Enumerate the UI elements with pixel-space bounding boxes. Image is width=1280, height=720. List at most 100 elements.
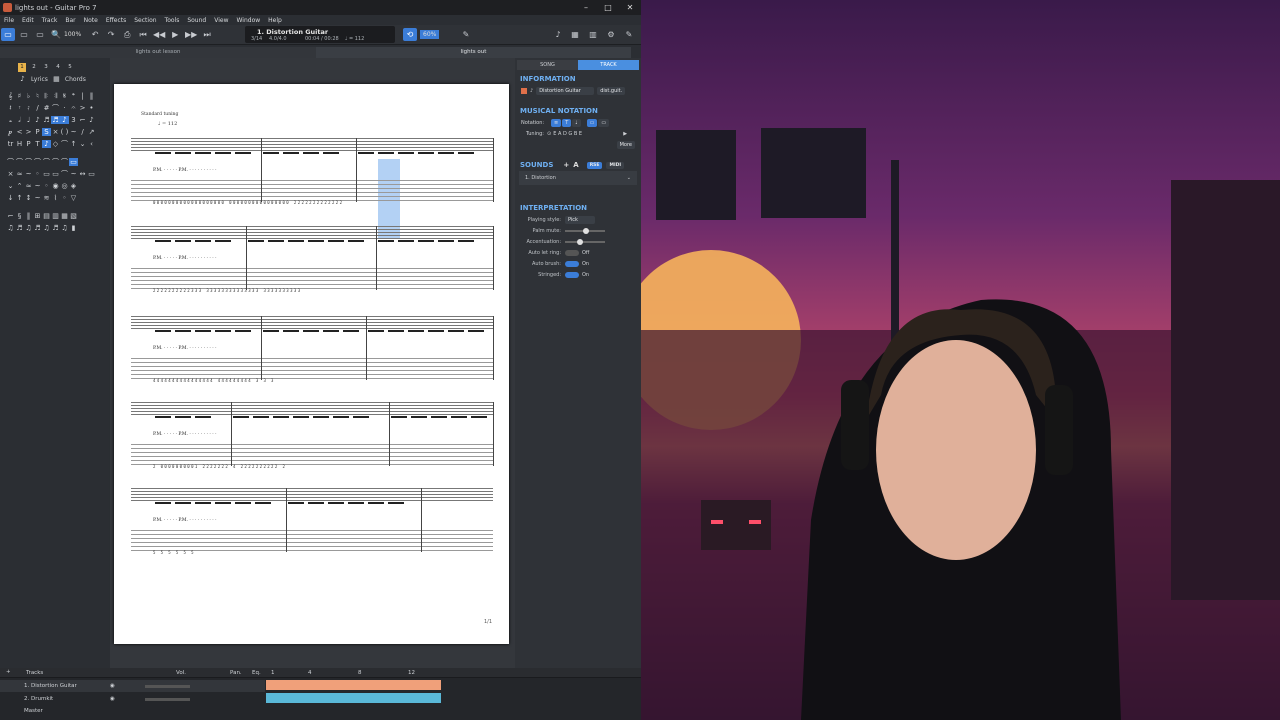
forward-end-icon[interactable]: ⏭ [200,28,214,41]
whole-note-icon[interactable]: 𝅝 [6,116,15,125]
whammy-icon[interactable]: ⌄ [78,140,87,148]
menu-effects[interactable]: Effects [102,17,130,24]
track-name[interactable]: 1. Distortion Guitar [0,683,110,689]
note-beam[interactable] [458,152,474,154]
menu-tools[interactable]: Tools [161,17,184,24]
crescendo-icon[interactable]: < [15,128,24,136]
bar-icon[interactable]: | [78,92,87,100]
track-name-field[interactable]: Distortion Guitar [536,86,595,95]
note-beam[interactable] [388,330,404,332]
pull-icon[interactable]: P [24,140,33,148]
tuning-value[interactable]: E A D G B E [553,131,623,137]
voice-3-button[interactable]: 3 [42,63,50,72]
note-beam[interactable] [195,330,211,332]
selected-note-icon[interactable]: ♬ [51,116,60,124]
note-beam[interactable] [398,152,414,154]
fx-21-icon[interactable]: ↕ [24,194,33,202]
mixer-icon[interactable]: ⚙ [604,28,618,41]
note-beam[interactable] [235,152,251,154]
menu-sound[interactable]: Sound [183,17,210,24]
menu-section[interactable]: Section [130,17,160,24]
strum-icon[interactable]: ↑ [69,140,78,148]
palette-icon[interactable]: ▦ [568,28,582,41]
letring-icon[interactable]: ⌒ [60,139,69,149]
beam-4-icon[interactable]: ♬ [33,224,42,232]
fade-icon[interactable]: ‹ [87,140,96,148]
fx-2-icon[interactable]: ≈ [15,170,24,178]
score-system[interactable]: P.M. · · · · · P.M. · · · · · · · · · · 2… [131,220,494,300]
guitar-timeline-bar[interactable] [266,680,441,690]
redo-icon[interactable]: ↷ [104,28,118,41]
fx-10-icon[interactable]: ▭ [87,170,96,178]
bend-icon[interactable]: ↗ [87,128,96,136]
natural-icon[interactable]: ♮ [33,92,42,100]
panel-toggle-icon[interactable]: ▭ [1,28,15,41]
note-beam[interactable] [313,416,329,418]
note-beam[interactable] [418,152,434,154]
fx-9-icon[interactable]: ↔ [78,170,87,178]
menu-file[interactable]: File [0,17,18,24]
guitar-icon[interactable]: ♪ [551,28,565,41]
hammer-icon[interactable]: H [15,140,24,148]
note-beam[interactable] [283,152,299,154]
tracks-label[interactable]: Tracks [26,670,43,676]
note-beam[interactable] [323,330,339,332]
volume-slider[interactable] [144,697,190,701]
note-beam[interactable] [235,330,251,332]
note-beam[interactable] [328,240,344,242]
note-beam[interactable] [195,502,211,504]
note-beam[interactable] [155,416,171,418]
repeat-end-icon[interactable]: 𝄇 [51,92,60,101]
voice-2-button[interactable]: 2 [30,63,38,72]
double-bar-icon[interactable]: ‖ [87,92,96,100]
note-beam[interactable] [195,152,211,154]
notation-view-1-icon[interactable]: ▭ [586,118,598,127]
auto-brush-toggle[interactable] [565,260,579,267]
volume-slider[interactable] [144,684,190,688]
fx-24-icon[interactable]: ⌇ [51,194,60,202]
half-note-icon[interactable]: 𝅗𝅥 [15,116,24,125]
fx-4-icon[interactable]: ◦ [33,170,42,178]
slash-icon[interactable]: / [33,104,42,112]
beam-6-icon[interactable]: ♬ [51,224,60,232]
menu-window[interactable]: Window [232,17,264,24]
vibrato-icon[interactable]: ~ [69,128,78,136]
harmonic-icon[interactable]: ◇ [51,140,60,148]
play-tuning-icon[interactable]: ▶ [623,131,627,137]
note-beam[interactable] [155,240,171,242]
countin-value[interactable]: 60% [420,30,440,39]
note-beam[interactable] [155,152,171,154]
close-button[interactable]: ✕ [619,3,641,12]
flat-icon[interactable]: ♭ [24,92,33,100]
fx-18-icon[interactable]: ◈ [69,182,78,190]
note-beam[interactable] [451,416,467,418]
note-beam[interactable] [348,502,364,504]
x-icon[interactable]: × [51,128,60,136]
beam-7-icon[interactable]: ♫ [60,224,69,232]
beam-8-icon[interactable]: ▮ [69,224,78,232]
playing-style-select[interactable]: Pick [565,215,595,224]
dynamic-icon[interactable]: 𝆏 [6,128,15,137]
midi-button[interactable]: MIDI [606,161,625,169]
triplet-icon[interactable]: 3 [69,116,78,124]
note-beam[interactable] [353,416,369,418]
add-sound-icon[interactable]: + [563,161,569,169]
fx-8-icon[interactable]: ~ [69,170,78,178]
print-icon[interactable]: ⎙ [120,28,134,41]
sixteenth-note-icon[interactable]: ♬ [42,116,51,124]
fx-6-icon[interactable]: ▭ [51,170,60,178]
chords-button[interactable]: Chords [65,76,86,83]
fermata-icon[interactable]: 𝄐 [69,104,78,113]
eighth-note-icon[interactable]: ♪ [33,116,42,124]
note-beam[interactable] [368,330,384,332]
bar-5-icon[interactable]: ▤ [42,212,51,220]
note-beam[interactable] [333,416,349,418]
menu-track[interactable]: Track [38,17,62,24]
visibility-icon[interactable]: ◉ [110,696,115,702]
track-row-drumkit[interactable]: 2. Drumkit ◉ [0,693,265,705]
score-system[interactable]: P.M. · · · · · P.M. · · · · · · · · · · 4… [131,310,494,390]
repeat-icon[interactable]: 𝄆 [42,92,51,101]
notation-slash-icon[interactable]: ♩ [572,118,581,127]
bar-8-icon[interactable]: ▧ [69,212,78,220]
note-beam[interactable] [418,240,434,242]
